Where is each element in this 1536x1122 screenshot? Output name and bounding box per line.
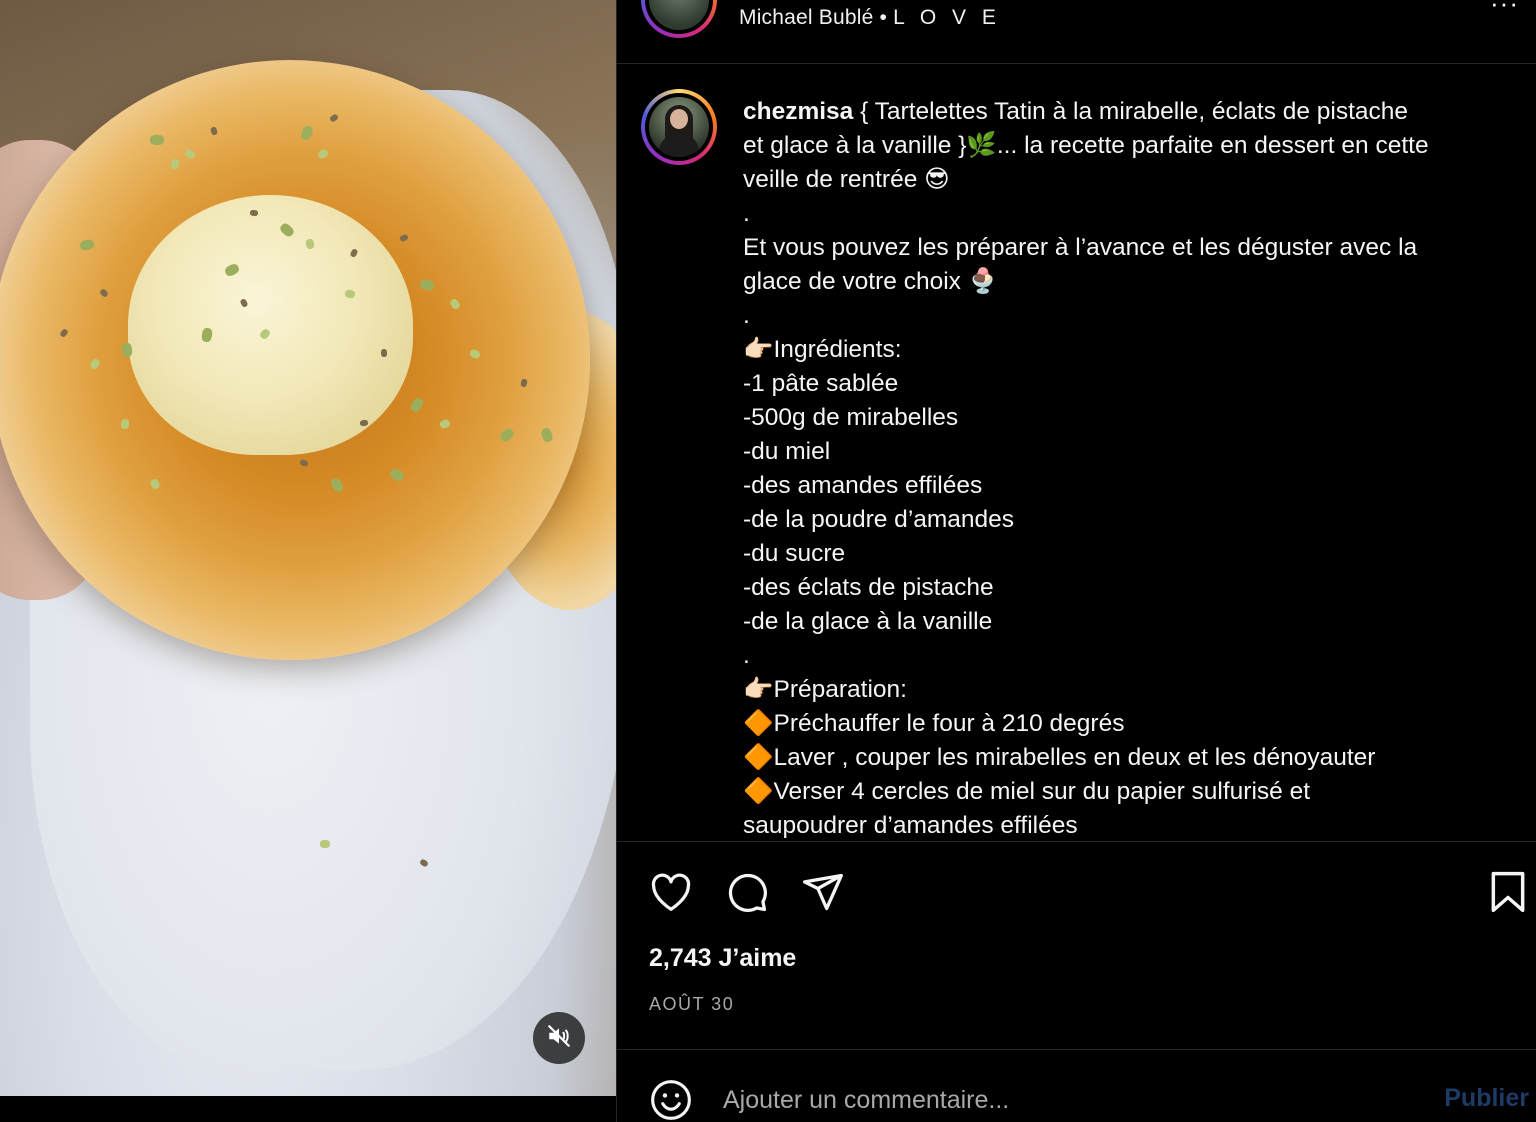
action-bar: 2,743 J’aime AOÛT 30 [617, 841, 1536, 1049]
caption-line: Et vous pouvez les préparer à l’avance e… [743, 234, 1418, 261]
caption-line: . [743, 302, 750, 329]
caption-line: -des éclats de pistache [743, 574, 994, 601]
post-caption: chezmisa { Tartelettes Tatin à la mirabe… [743, 95, 1513, 841]
caption-line: 👉🏻Préparation: [743, 676, 907, 703]
caption-line: -du sucre [743, 540, 846, 567]
caption-line: 🔶Préchauffer le four à 210 degrés [743, 710, 1125, 737]
author-username[interactable]: chezmisa [743, 98, 853, 125]
caption-line: -des amandes effilées [743, 472, 983, 499]
caption-line: glace de votre choix 🍨 [743, 268, 999, 295]
avatar-face [670, 109, 688, 129]
pistachio-fleck [150, 135, 164, 145]
pistachio-fleck [319, 839, 331, 849]
caption-line: -de la glace à la vanille [743, 608, 993, 635]
caption-line: -de la poudre d’amandes [743, 506, 1015, 533]
caption-line: saupoudrer d’amandes effilées [743, 812, 1078, 839]
pistachio-fleck [380, 348, 388, 358]
artist-name: Michael Bublé [739, 6, 874, 29]
pistachio-fleck [249, 209, 259, 217]
author-avatar[interactable] [649, 97, 709, 157]
caption-line: et glace à la vanille }🌿... la recette p… [743, 132, 1429, 159]
like-count[interactable]: 2,743 J’aime [649, 944, 796, 973]
caption-line: . [743, 642, 750, 669]
ice-cream-scoop [128, 195, 413, 455]
mute-button[interactable] [533, 1012, 585, 1064]
comment-input[interactable] [723, 1080, 1403, 1120]
smiley-icon[interactable] [649, 1078, 693, 1122]
pistachio-fleck [121, 342, 133, 358]
post-date[interactable]: AOÛT 30 [649, 994, 734, 1015]
avatar-shirt [659, 135, 699, 157]
caption-line: chezmisa { Tartelettes Tatin à la mirabe… [743, 95, 1513, 129]
pistachio-fleck [120, 418, 130, 430]
caption-line: veille de rentrée 😎 [743, 166, 950, 193]
post-header: Michael Bublé • L O V E ··· [617, 0, 1536, 64]
comment-bar: Publier [617, 1049, 1536, 1122]
caption-line: -du miel [743, 438, 831, 465]
caption-line: -1 pâte sablée [743, 370, 899, 397]
post-media[interactable] [0, 0, 616, 1096]
caption-line: 🔶Laver , couper les mirabelles en deux e… [743, 744, 1376, 771]
caption-line: 🔶Verser 4 cercles de miel sur du papier … [743, 778, 1311, 805]
separator: • [879, 6, 888, 29]
caption-text: { Tartelettes Tatin à la mirabelle, écla… [853, 98, 1409, 125]
track-name: L O V E [893, 6, 1001, 29]
caption-line: 👉🏻Ingrédients: [743, 336, 902, 363]
caption-line: -500g de mirabelles [743, 404, 959, 431]
comment-icon[interactable] [725, 870, 769, 919]
speaker-muted-icon [546, 1023, 572, 1054]
send-icon[interactable] [801, 870, 845, 919]
more-options-icon[interactable]: ··· [1490, 0, 1519, 19]
caption-section: chezmisa { Tartelettes Tatin à la mirabe… [617, 65, 1536, 841]
publish-button[interactable]: Publier [1444, 1084, 1529, 1113]
audio-attribution[interactable]: Michael Bublé • L O V E [739, 6, 1001, 30]
caption-line: . [743, 200, 750, 227]
bookmark-icon[interactable] [1489, 870, 1527, 919]
heart-icon[interactable] [649, 872, 693, 917]
post-sidebar: Michael Bublé • L O V E ··· chezmisa { Tar… [616, 0, 1536, 1122]
